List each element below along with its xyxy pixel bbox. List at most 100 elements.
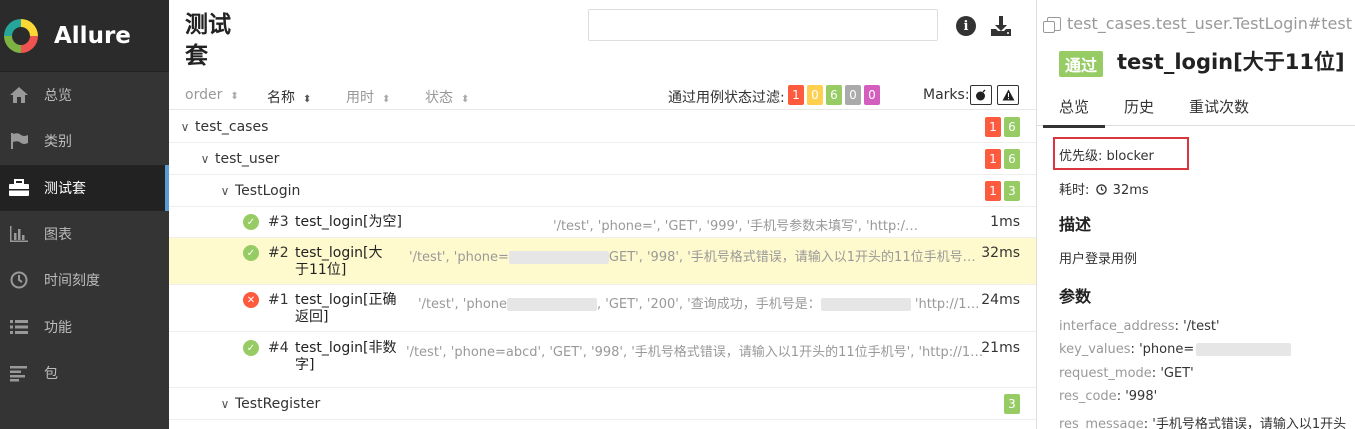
suite-group-class[interactable]: ∨ TestLogin 1 3 [169,175,1036,207]
column-name-label: 名称 [267,90,295,106]
column-duration-label: 用时 [346,90,374,106]
param-value: 'phone= [1139,342,1195,357]
redacted-block [508,251,609,264]
bomb-icon [976,89,986,101]
sidebar-item-packages[interactable]: 包 [0,350,169,396]
status-filter-label: 通过用例状态过滤: [668,90,785,106]
filter-failed[interactable]: 1 [788,85,804,105]
test-params-text: , 'GET', '200', '查询成功，手机号是： [597,297,821,312]
passed-count: 6 [1004,148,1020,169]
param-key: res_message [1059,417,1144,429]
suite-counts: 1 6 [985,148,1020,169]
list-icon [8,318,30,336]
test-params: '/test', 'phone= GET', '998', '手机号格式错误，请输… [409,246,979,265]
filter-passed[interactable]: 6 [826,85,842,105]
column-headers: order ⬍ 名称 ⬍ 用时 ⬍ 状态 ⬍ 通过用例状态过滤: 1 0 6 0 0 M… [169,80,1036,110]
passed-count: 3 [1004,180,1020,201]
brand[interactable]: Allure [0,0,169,72]
sidebar-item-behaviors[interactable]: 功能 [0,303,169,349]
tab-retries[interactable]: 重试次数 [1189,96,1249,117]
test-case-row[interactable]: ✓ #3 test_login[为空] '/test', 'phone=', '… [169,207,1036,238]
sidebar-item-label: 包 [44,365,58,382]
test-number: #4 [268,340,289,356]
sidebar-item-label: 功能 [44,319,72,336]
redacted-block [820,298,911,311]
sidebar-item-graphs[interactable]: 图表 [0,211,169,257]
suite-name: test_cases [195,118,269,135]
test-case-row-selected[interactable]: ✓ #2 test_login[大于11位] '/test', 'phone= G… [169,238,1036,285]
param-value: 'GET' [1160,366,1194,381]
passed-count: 3 [1004,393,1020,414]
flag-icon [8,132,30,150]
test-name: test_login[正确返回] [295,292,397,325]
sidebar-item-categories[interactable]: 类别 [0,118,169,164]
redacted-block [507,298,598,311]
download-icon[interactable] [989,14,1013,38]
warning-icon [1002,89,1014,101]
column-name[interactable]: 名称 ⬍ [267,87,311,107]
info-icon[interactable]: i [956,16,976,36]
sidebar-item-label: 总览 [44,88,72,105]
status-filters: 1 0 6 0 0 [788,85,880,105]
test-case-row[interactable]: ✕ #1 test_login[正确返回] '/test', 'phone , '… [169,285,1036,332]
suite-name: test_user [215,150,280,167]
tab-overview[interactable]: 总览 [1042,96,1106,128]
test-number: #2 [268,245,289,261]
bar-chart-icon [8,225,30,243]
sidebar-item-label: 测试套 [44,180,86,197]
redacted-block [905,220,993,233]
description-text: 用户登录用例 [1059,252,1138,267]
mark-flaky-button[interactable] [970,85,992,105]
chevron-down-icon: ∨ [180,119,190,134]
test-title: test_login[大于11位] [1117,50,1345,74]
test-params-text: '/test', 'phone= [409,250,509,265]
filter-unknown[interactable]: 0 [864,85,880,105]
duration-row: 耗时: 32ms [1059,179,1149,198]
page-title-line1: 测试 [185,12,231,38]
param-value: '998' [1125,389,1158,404]
mark-known-button[interactable] [997,85,1019,105]
copy-icon[interactable] [1043,16,1061,33]
column-status[interactable]: 状态 ⬍ [425,87,469,107]
sidebar-item-label: 图表 [44,227,72,244]
test-name: test_login[非数字] [295,340,397,373]
allure-logo-icon [4,18,38,53]
passed-status-icon: ✓ [243,245,259,261]
sidebar-item-label: 类别 [44,134,72,151]
suite-group-root[interactable]: ∨ test_cases 1 6 [169,111,1036,143]
clock-icon [1095,184,1107,195]
column-duration[interactable]: 用时 ⬍ [346,87,390,107]
app-name: Allure [54,22,131,49]
passed-status-icon: ✓ [243,214,259,230]
sidebar: Allure 总览 类别 测试套 图表 时间刻度 功能 包 [0,0,169,429]
param-key: interface_address [1059,319,1175,334]
duration-label: 耗时: [1059,183,1090,198]
test-name: test_login[大于11位] [295,245,383,278]
suite-group-module[interactable]: ∨ test_user 1 6 [169,143,1036,175]
column-order[interactable]: order ⬍ [185,87,239,103]
filter-broken[interactable]: 0 [807,85,823,105]
param-value: '手机号格式错误，请输入以1开头 [1152,417,1347,429]
suite-group-class[interactable]: ∨ TestRegister 3 [169,388,1036,420]
search-input[interactable] [588,9,938,41]
suite-name: TestRegister [235,395,321,412]
test-number: #3 [268,214,289,230]
sort-icon: ⬍ [303,94,312,105]
param-row: request_mode: 'GET' [1059,366,1194,381]
sidebar-item-timeline[interactable]: 时间刻度 [0,257,169,303]
sidebar-item-label: 时间刻度 [44,273,100,290]
failed-count: 1 [985,116,1001,137]
tab-history[interactable]: 历史 [1124,96,1154,117]
sort-icon: ⬍ [461,94,470,105]
param-key: res_code [1059,389,1117,404]
filter-skipped[interactable]: 0 [845,85,861,105]
description-heading: 描述 [1059,215,1092,234]
chevron-down-icon: ∨ [220,396,230,411]
sidebar-item-overview[interactable]: 总览 [0,72,169,118]
test-case-row[interactable]: ✓ #4 test_login[非数字] '/test', 'phone=abc… [169,332,1036,388]
suite-name: TestLogin [235,182,301,199]
test-params-text: '/test', 'phone=', 'GET', '999', '手机号参数未… [553,219,906,234]
sidebar-item-suites[interactable]: 测试套 [0,164,169,212]
breadcrumb[interactable]: test_cases.test_user.TestLogin#test [1043,14,1352,33]
failed-count: 1 [985,148,1001,169]
